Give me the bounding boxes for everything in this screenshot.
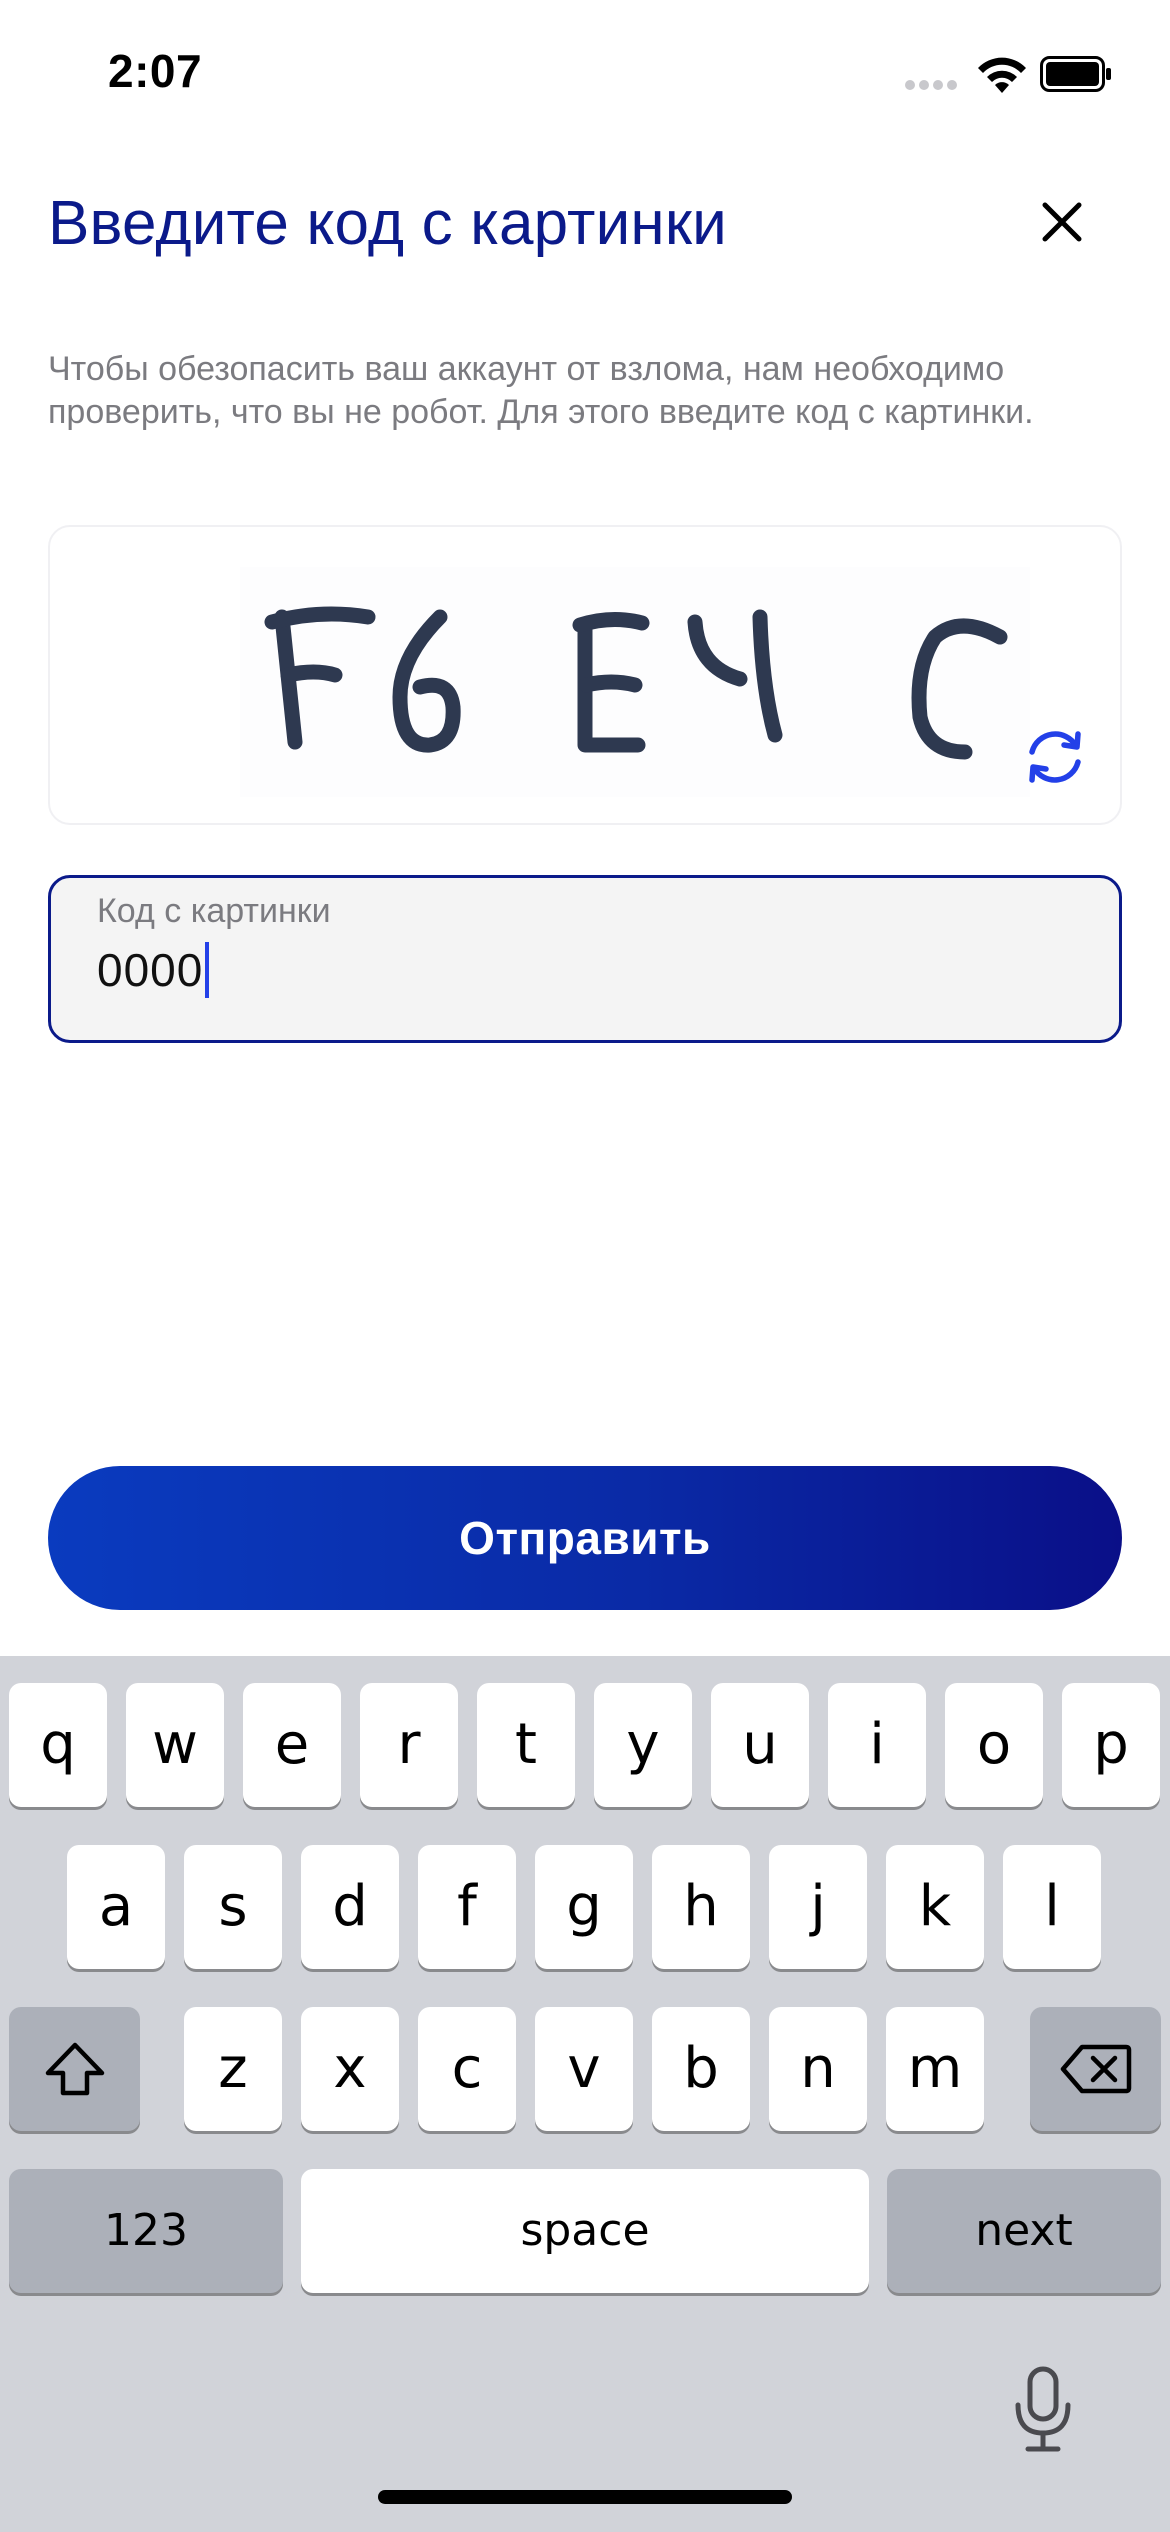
submit-button-label: Отправить xyxy=(459,1512,711,1564)
key-w[interactable]: w xyxy=(126,1683,224,1807)
status-bar: 2:07 xyxy=(0,0,1170,150)
status-time: 2:07 xyxy=(108,45,203,97)
close-icon[interactable] xyxy=(1030,190,1094,254)
key-k[interactable]: k xyxy=(886,1845,984,1969)
captcha-image xyxy=(240,567,1030,797)
next-key[interactable]: next xyxy=(887,2169,1161,2293)
key-f[interactable]: f xyxy=(418,1845,516,1969)
numbers-key[interactable]: 123 xyxy=(9,2169,283,2293)
microphone-icon[interactable] xyxy=(1010,2365,1076,2455)
key-j[interactable]: j xyxy=(769,1845,867,1969)
key-s[interactable]: s xyxy=(184,1845,282,1969)
key-i[interactable]: i xyxy=(828,1683,926,1807)
input-label: Код с картинки xyxy=(97,892,331,930)
key-l[interactable]: l xyxy=(1003,1845,1101,1969)
key-t[interactable]: t xyxy=(477,1683,575,1807)
key-y[interactable]: y xyxy=(594,1683,692,1807)
key-h[interactable]: h xyxy=(652,1845,750,1969)
captcha-card xyxy=(48,525,1122,825)
key-p[interactable]: p xyxy=(1062,1683,1160,1807)
page-title: Введите код с картинки xyxy=(48,189,728,258)
key-c[interactable]: c xyxy=(418,2007,516,2131)
wifi-icon xyxy=(978,57,1026,93)
key-r[interactable]: r xyxy=(360,1683,458,1807)
cellular-signal-icon xyxy=(905,80,957,92)
key-x[interactable]: x xyxy=(301,2007,399,2131)
keyboard: q w e r t y u i o p a s d f g h j k l z … xyxy=(0,1656,1170,2532)
key-u[interactable]: u xyxy=(711,1683,809,1807)
captcha-glyphs xyxy=(264,606,1008,760)
battery-icon xyxy=(1040,56,1111,92)
text-caret xyxy=(205,942,210,998)
backspace-icon xyxy=(1060,2044,1131,2094)
home-indicator[interactable] xyxy=(378,2490,792,2504)
key-d[interactable]: d xyxy=(301,1845,399,1969)
key-e[interactable]: e xyxy=(243,1683,341,1807)
key-a[interactable]: a xyxy=(67,1845,165,1969)
refresh-icon[interactable] xyxy=(1020,722,1090,792)
key-m[interactable]: m xyxy=(886,2007,984,2131)
key-b[interactable]: b xyxy=(652,2007,750,2131)
key-g[interactable]: g xyxy=(535,1845,633,1969)
key-z[interactable]: z xyxy=(184,2007,282,2131)
input-value[interactable]: 0000 xyxy=(97,943,203,997)
shift-icon xyxy=(45,2042,104,2096)
captcha-code-input[interactable]: Код с картинки 0000 xyxy=(48,875,1122,1043)
description-text: Чтобы обезопасить ваш аккаунт от взлома,… xyxy=(48,350,1034,431)
key-q[interactable]: q xyxy=(9,1683,107,1807)
input-value-row[interactable]: 0000 xyxy=(97,940,210,1000)
submit-button[interactable]: Отправить xyxy=(48,1466,1122,1610)
key-n[interactable]: n xyxy=(769,2007,867,2131)
key-v[interactable]: v xyxy=(535,2007,633,2131)
space-key[interactable]: space xyxy=(301,2169,869,2293)
backspace-key[interactable] xyxy=(1030,2007,1161,2131)
key-o[interactable]: o xyxy=(945,1683,1043,1807)
shift-key[interactable] xyxy=(9,2007,140,2131)
